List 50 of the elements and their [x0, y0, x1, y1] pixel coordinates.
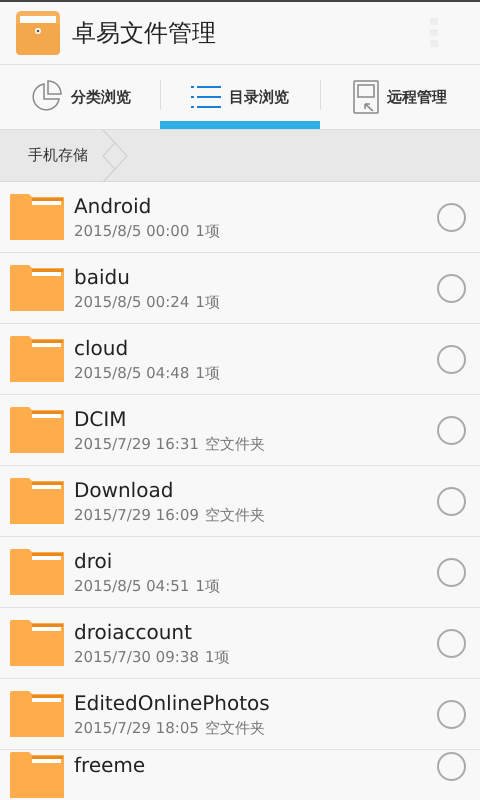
folder-name: Download	[74, 477, 174, 503]
select-radio[interactable]	[437, 486, 466, 516]
folder-name: droi	[74, 548, 114, 574]
folder-name: EditedOnlinePhotos	[74, 690, 271, 716]
modified-date: 2015/8/5 04:48	[74, 363, 190, 383]
tab[interactable]: 远程管理	[320, 65, 480, 129]
folder-icon	[10, 620, 64, 666]
folder-name: cloud	[74, 335, 130, 361]
modified-date: 2015/8/5 00:00	[74, 221, 190, 241]
item-count: 1项	[195, 576, 220, 596]
select-radio[interactable]	[437, 700, 466, 728]
folder-name: Android	[74, 193, 152, 219]
select-radio[interactable]	[437, 558, 466, 586]
folder-icon	[10, 407, 64, 453]
folder-name: DCIM	[74, 406, 128, 432]
folder-icon	[10, 194, 64, 240]
modified-date: 2015/7/29 16:09	[74, 505, 199, 525]
item-count: 空文件夹	[204, 718, 265, 738]
folder-icon	[10, 752, 64, 798]
folder-name: droiaccount	[74, 619, 193, 645]
folder-icon	[10, 691, 64, 737]
select-radio[interactable]	[437, 274, 466, 302]
breadcrumb-item[interactable]: 手机存储	[0, 144, 102, 167]
select-radio[interactable]	[437, 344, 466, 374]
item-count: 空文件夹	[204, 505, 265, 525]
folder-icon	[10, 336, 64, 382]
folder-name: freeme	[74, 752, 146, 778]
folder-icon	[10, 265, 64, 311]
modified-date: 2015/8/5 00:24	[74, 292, 190, 312]
folder-icon	[10, 549, 64, 595]
item-count: 空文件夹	[204, 434, 265, 454]
modified-date: 2015/7/30 09:38	[74, 647, 199, 667]
item-count: 1项	[195, 363, 220, 383]
select-radio[interactable]	[437, 416, 466, 444]
tab[interactable]: 分类浏览	[0, 65, 160, 129]
modified-date: 2015/7/29 18:05	[74, 718, 199, 738]
remote-device-icon	[353, 80, 379, 114]
folder-name: baidu	[74, 264, 131, 290]
modified-date: 2015/8/5 04:51	[74, 576, 190, 596]
folder-icon	[10, 478, 64, 524]
select-radio[interactable]	[437, 752, 466, 781]
list-icon	[191, 84, 221, 110]
item-count: 1项	[195, 221, 220, 241]
select-radio[interactable]	[437, 628, 466, 658]
item-count: 1项	[204, 647, 230, 667]
select-radio[interactable]	[437, 202, 466, 232]
modified-date: 2015/7/29 16:31	[74, 434, 199, 454]
item-count: 1项	[195, 292, 220, 312]
folder-logo-icon	[16, 11, 60, 55]
app-title: 卓易文件管理	[72, 18, 216, 49]
